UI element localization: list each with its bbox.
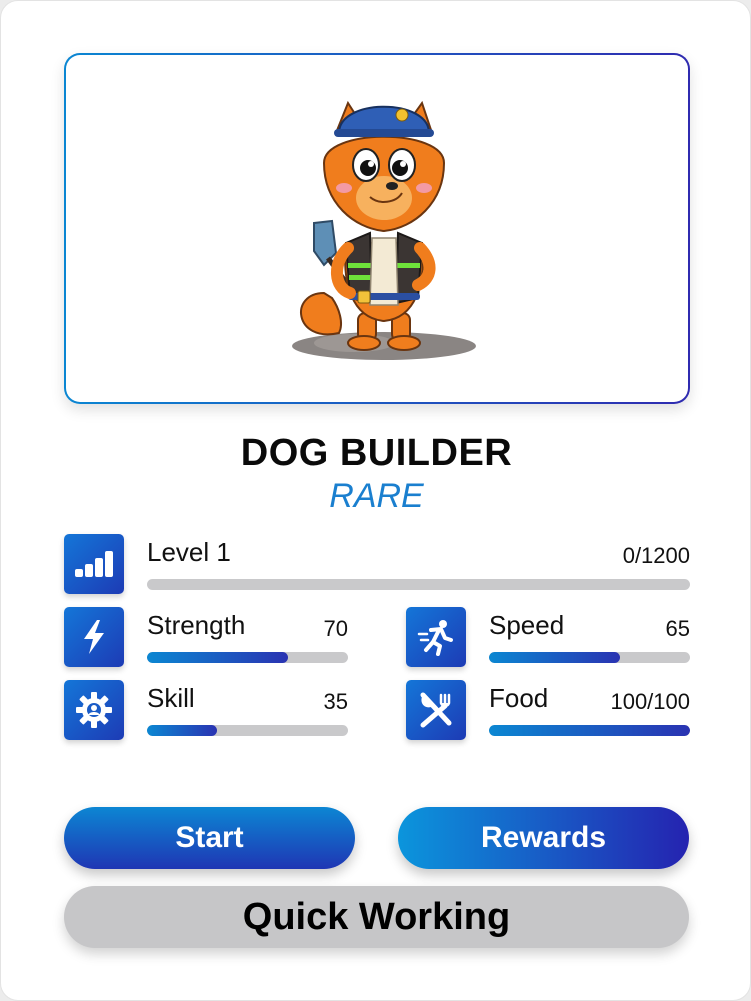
start-button[interactable]: Start (64, 807, 355, 869)
speed-fill (489, 652, 620, 663)
rewards-button[interactable]: Rewards (398, 807, 689, 869)
skill-bar (147, 725, 348, 736)
food-bar (489, 725, 690, 736)
speed-value: 65 (665, 616, 690, 641)
strength-fill (147, 652, 288, 663)
strength-label: Strength (147, 610, 246, 640)
level-progress-text: 0/1200 (622, 543, 690, 568)
gear-icon (64, 680, 124, 740)
character-title: DOG BUILDER (240, 432, 513, 474)
fox-builder-illustration (292, 100, 476, 360)
speed-label: Speed (489, 610, 565, 640)
strength-bar (147, 652, 348, 663)
character-image (66, 55, 688, 402)
food-label: Food (489, 683, 549, 713)
rarity-label: RARE (329, 477, 424, 515)
skill-fill (147, 725, 218, 736)
skill-label: Skill (147, 683, 195, 713)
level-progress-bar (147, 579, 690, 590)
character-image-frame (64, 53, 690, 404)
level-label: Level 1 (147, 537, 231, 567)
quick-working-button[interactable]: Quick Working (64, 886, 689, 948)
food-value: 100/100 (610, 689, 690, 714)
signal-bars-icon (64, 534, 124, 594)
strength-value: 70 (323, 616, 348, 641)
lightning-icon (64, 607, 124, 667)
character-card: DOG BUILDER RARE Level 1 0/1200 Strength… (0, 0, 751, 1001)
food-fill (489, 725, 690, 736)
skill-value: 35 (323, 689, 348, 714)
speed-bar (489, 652, 690, 663)
fork-knife-icon (406, 680, 466, 740)
running-icon (406, 607, 466, 667)
